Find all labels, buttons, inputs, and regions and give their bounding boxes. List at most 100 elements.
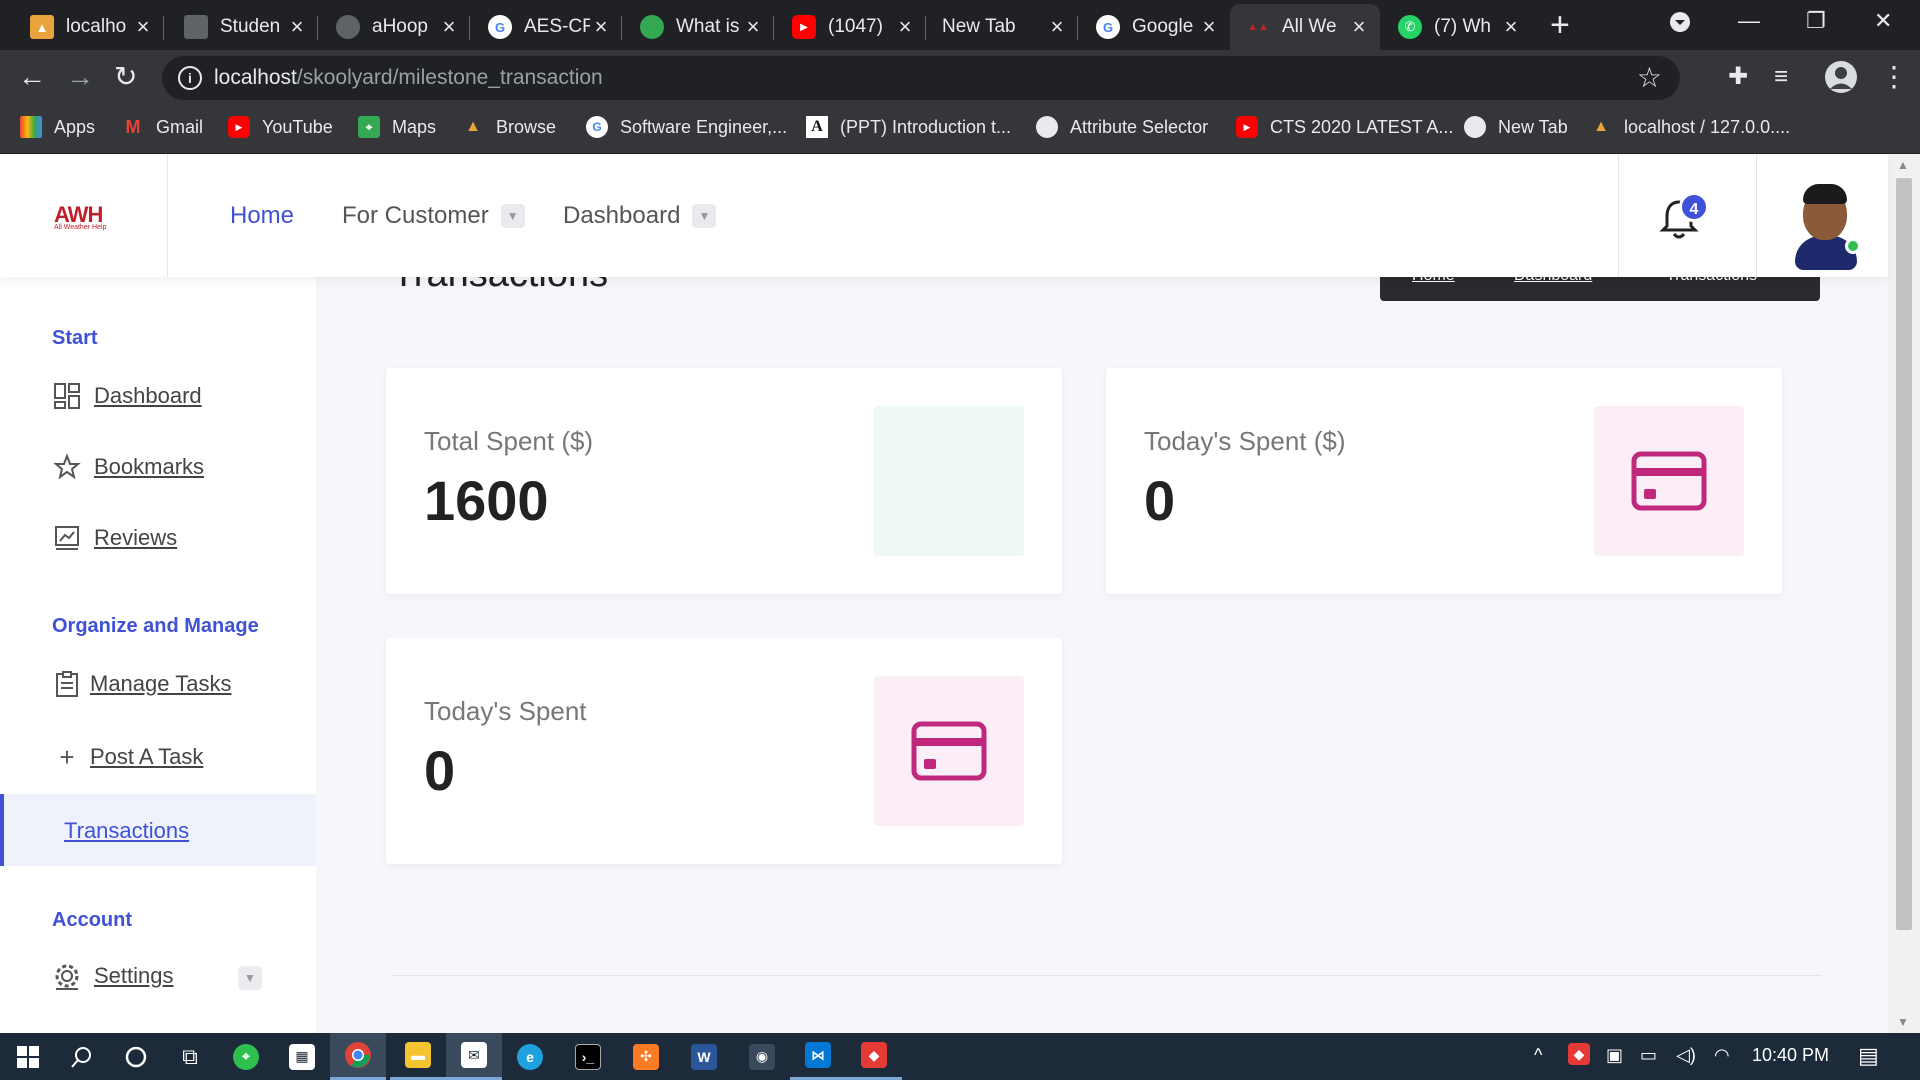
bookmark-localhost[interactable]: ▲ localhost / 127.0.0.... [1590, 116, 1790, 138]
close-icon[interactable]: × [1046, 14, 1068, 40]
user-menu[interactable] [1756, 154, 1888, 277]
bookmark-attribute-selector[interactable]: Attribute Selector [1036, 116, 1208, 138]
chevron-down-icon[interactable]: ▼ [238, 966, 262, 990]
bookmark-apps[interactable]: Apps [20, 116, 95, 138]
windows-start-icon[interactable] [0, 1033, 56, 1080]
forward-icon[interactable]: → [66, 62, 94, 92]
globe-icon [1036, 116, 1058, 138]
bookmark-gmail[interactable]: M Gmail [122, 116, 204, 138]
vscode-icon[interactable]: ⋈ [790, 1033, 846, 1080]
chevron-down-icon[interactable]: ▼ [500, 204, 525, 228]
close-icon[interactable]: × [742, 14, 764, 40]
breadcrumb-dashboard[interactable]: Dashboard [1514, 277, 1592, 285]
scroll-down-icon[interactable]: ▼ [1897, 1015, 1909, 1029]
bookmark-ppt-introduction[interactable]: A (PPT) Introduction t... [806, 116, 1011, 138]
word-icon[interactable]: W [676, 1033, 732, 1080]
mail-icon[interactable]: ✉ [446, 1033, 502, 1080]
browser-tab[interactable]: What is × [624, 4, 774, 50]
sidebar-item-manage-tasks[interactable]: Manage Tasks [52, 669, 231, 699]
sidebar-item-transactions[interactable]: Transactions [0, 794, 316, 866]
close-icon[interactable]: × [894, 14, 916, 40]
address-bar[interactable]: i localhost/skoolyard/milestone_transact… [162, 56, 1680, 100]
page-scrollbar[interactable]: ▲ ▼ [1888, 154, 1920, 1033]
notifications-center-icon[interactable]: ▤ [1858, 1043, 1879, 1069]
pma-icon: ▲ [30, 15, 54, 39]
chevron-down-icon[interactable]: ▼ [692, 204, 717, 228]
camera-icon[interactable]: ◉ [734, 1033, 790, 1080]
bookmark-browse[interactable]: ▲ Browse [462, 116, 556, 138]
chrome-icon[interactable] [330, 1033, 386, 1080]
avatar[interactable] [1795, 184, 1861, 270]
store-icon[interactable]: ▦ [274, 1033, 330, 1080]
sidebar-section-organize: Organize and Manage [52, 615, 259, 637]
app-header: AWH All Weather Help Home For Customer ▼… [0, 154, 1888, 277]
close-icon[interactable]: × [1348, 14, 1370, 40]
breadcrumb-home[interactable]: Home [1412, 277, 1455, 285]
scroll-up-icon[interactable]: ▲ [1897, 158, 1909, 172]
show-hidden-icons-icon[interactable]: ^ [1534, 1045, 1542, 1066]
browser-tab[interactable]: ▲ localho × [14, 4, 164, 50]
anydesk-icon[interactable]: ◆ [846, 1033, 902, 1080]
browser-tab[interactable]: Studen × [168, 4, 318, 50]
browser-tab-active[interactable]: ▲▲ All We × [1230, 4, 1380, 50]
browser-tab[interactable]: New Tab × [928, 4, 1078, 50]
sidebar-item-reviews[interactable]: Reviews [52, 523, 177, 553]
browser-tab[interactable]: ✆ (7) Wh × [1382, 4, 1532, 50]
profile-avatar-icon[interactable] [1824, 60, 1858, 100]
restore-icon[interactable]: ❐ [1806, 8, 1826, 34]
taskbar-clock[interactable]: 10:40 PM [1752, 1045, 1829, 1066]
info-icon[interactable]: i [178, 66, 202, 90]
bookmark-maps[interactable]: ⌖ Maps [358, 116, 436, 138]
sidebar-item-dashboard[interactable]: Dashboard [52, 381, 202, 411]
edge-icon[interactable]: e [502, 1033, 558, 1080]
minimize-icon[interactable]: — [1738, 8, 1760, 34]
meet-now-icon[interactable]: ▣ [1606, 1045, 1623, 1066]
browser-tab[interactable]: G Google × [1080, 4, 1230, 50]
bookmark-star-icon[interactable]: ☆ [1637, 61, 1662, 94]
wifi-icon[interactable]: ◠ [1714, 1045, 1730, 1066]
clipboard-icon [52, 669, 82, 699]
maps-app-icon[interactable]: ⌖ [218, 1033, 274, 1080]
close-icon[interactable]: × [1500, 14, 1522, 40]
close-icon[interactable]: × [286, 14, 308, 40]
anydesk-tray-icon[interactable]: ◆ [1568, 1043, 1590, 1065]
browser-tab[interactable]: ▶ (1047) × [776, 4, 926, 50]
reload-icon[interactable]: ↻ [114, 62, 137, 92]
browser-tab[interactable]: G AES-CF × [472, 4, 622, 50]
search-icon[interactable] [54, 1033, 110, 1080]
cortana-icon[interactable] [108, 1033, 164, 1080]
task-view-icon[interactable]: ⧉ [162, 1033, 218, 1080]
close-icon[interactable]: × [590, 14, 612, 40]
notifications[interactable]: 4 [1618, 154, 1756, 277]
close-icon[interactable]: × [438, 14, 460, 40]
sidebar-item-bookmarks[interactable]: Bookmarks [52, 452, 204, 482]
close-icon[interactable]: × [1198, 14, 1220, 40]
bookmark-youtube[interactable]: ▶ YouTube [228, 116, 333, 138]
nav-home[interactable]: Home [230, 202, 294, 230]
bookmark-new-tab[interactable]: New Tab [1464, 116, 1568, 138]
close-window-icon[interactable]: ✕ [1874, 8, 1892, 34]
back-icon[interactable]: ← [18, 62, 46, 92]
battery-icon[interactable]: ▭ [1640, 1045, 1657, 1066]
volume-icon[interactable]: ◁) [1676, 1045, 1696, 1066]
new-tab-button[interactable]: + [1550, 6, 1570, 45]
terminal-icon[interactable]: ›_ [560, 1033, 616, 1080]
browser-tab[interactable]: aHoop × [320, 4, 470, 50]
bookmark-cts-2020[interactable]: ▶ CTS 2020 LATEST A... [1236, 116, 1453, 138]
nav-dashboard[interactable]: Dashboard ▼ [563, 202, 717, 230]
file-explorer-icon[interactable]: ▬ [390, 1033, 446, 1080]
nav-for-customer[interactable]: For Customer ▼ [342, 202, 525, 230]
close-icon[interactable]: × [132, 14, 154, 40]
menu-kebab-icon[interactable]: ⋮ [1880, 62, 1908, 92]
scrollbar-thumb[interactable] [1896, 178, 1912, 930]
gear-icon [52, 961, 82, 991]
bookmark-software-engineer[interactable]: G Software Engineer,... [586, 116, 787, 138]
reading-list-icon[interactable]: ≡ [1774, 62, 1788, 92]
sidebar-item-post-a-task[interactable]: + Post A Task [52, 742, 203, 772]
sidebar-item-settings[interactable]: Settings [52, 961, 174, 991]
tab-search-icon[interactable] [1668, 10, 1692, 40]
extensions-icon[interactable]: ✚ [1728, 62, 1748, 92]
url-text[interactable]: localhost/skoolyard/milestone_transactio… [214, 66, 603, 90]
app-logo[interactable]: AWH All Weather Help [0, 154, 168, 277]
xampp-icon[interactable]: ✣ [618, 1033, 674, 1080]
